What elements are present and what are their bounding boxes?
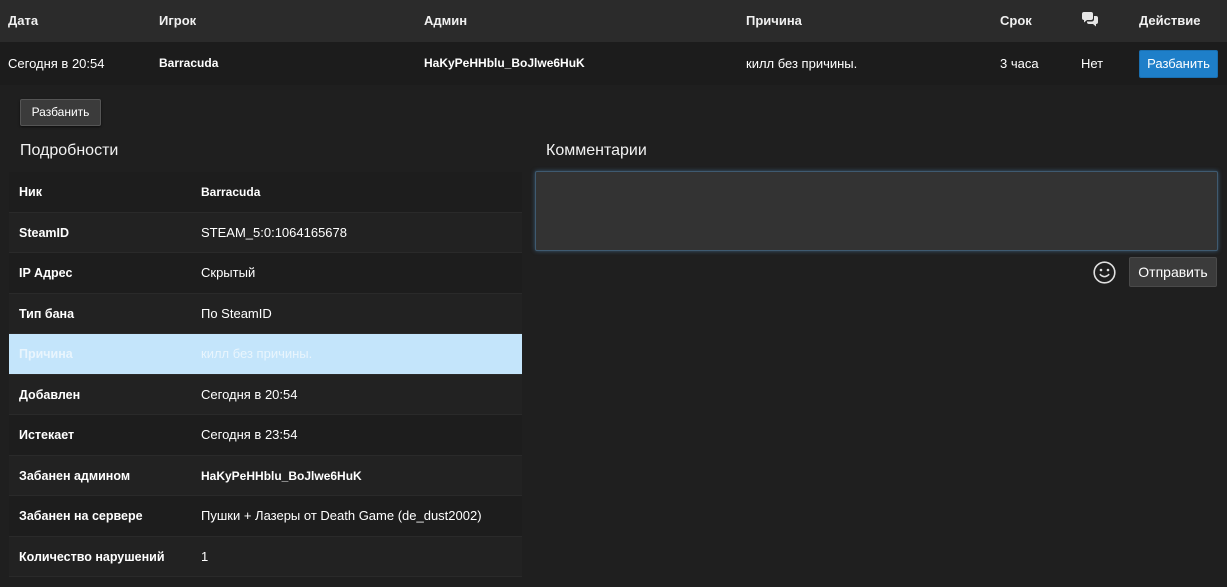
details-key: Добавлен [19, 387, 81, 402]
row-comments-count: Нет [1081, 56, 1104, 71]
comments-icon [1082, 12, 1098, 27]
comment-input[interactable] [535, 171, 1218, 251]
details-value: Barracuda [201, 185, 261, 199]
details-key: Ник [19, 185, 42, 199]
details-row-ban-type: Тип бана По SteamID [9, 293, 522, 334]
details-value: Пушки + Лазеры от Death Game (de_dust200… [201, 508, 482, 523]
row-reason: килл без причины. [746, 56, 858, 71]
details-key: Причина [19, 347, 73, 361]
details-value: килл без причины. [201, 346, 313, 361]
details-key: Количество нарушений [19, 549, 165, 564]
send-comment-button[interactable]: Отправить [1129, 257, 1217, 287]
details-row-ip: IP Адрес Скрытый [9, 253, 522, 294]
details-value: Сегодня в 23:54 [201, 427, 298, 442]
table-row: Сегодня в 20:54 Barracuda HaKyPeHHblu_Bo… [0, 42, 1227, 85]
row-admin: HaKyPeHHblu_BoJlwe6HuK [424, 56, 585, 70]
smiley-icon[interactable] [1093, 261, 1116, 284]
details-key: Тип бана [19, 306, 75, 321]
details-key: Забанен админом [19, 468, 131, 483]
details-value: 1 [201, 548, 209, 564]
details-value: STEAM_5:0:1064165678 [201, 224, 347, 240]
bans-table-header: Дата Игрок Админ Причина Срок Действие [0, 0, 1227, 42]
details-value: По SteamID [201, 305, 272, 321]
unban-button[interactable]: Разбанить [20, 99, 101, 126]
details-key: Забанен на сервере [19, 509, 143, 523]
details-key: Истекает [19, 428, 75, 442]
details-row-nick: Ник Barracuda [9, 172, 522, 213]
header-admin: Админ [424, 13, 468, 28]
row-player: Barracuda [159, 56, 219, 70]
details-row-banned-by: Забанен админом HaKyPeHHblu_BoJlwe6HuK [9, 455, 522, 496]
row-term: 3 часа [1000, 56, 1039, 71]
details-row-steamid: SteamID STEAM_5:0:1064165678 [9, 212, 522, 253]
row-unban-button[interactable]: Разбанить [1139, 50, 1218, 78]
details-value: HaKyPeHHblu_BoJlwe6HuK [201, 468, 362, 483]
details-value: Скрытый [201, 265, 256, 280]
details-key: IP Адрес [19, 266, 73, 280]
details-row-reason: Причина килл без причины. [9, 334, 522, 375]
details-value: Сегодня в 20:54 [201, 386, 298, 402]
comments-title: Комментарии [546, 142, 647, 159]
header-reason: Причина [746, 13, 802, 28]
details-row-server: Забанен на сервере Пушки + Лазеры от Dea… [9, 496, 522, 537]
row-date: Сегодня в 20:54 [8, 56, 105, 71]
header-player: Игрок [159, 13, 197, 28]
details-title: Подробности [20, 142, 119, 159]
header-date: Дата [8, 13, 39, 28]
details-table: Ник Barracuda SteamID STEAM_5:0:10641656… [9, 172, 522, 577]
details-row-expires: Истекает Сегодня в 23:54 [9, 415, 522, 456]
header-action: Действие [1139, 13, 1201, 28]
details-row-violations: Количество нарушений 1 [9, 536, 522, 577]
header-term: Срок [1000, 13, 1032, 28]
details-key: SteamID [19, 225, 70, 240]
details-row-added: Добавлен Сегодня в 20:54 [9, 374, 522, 415]
